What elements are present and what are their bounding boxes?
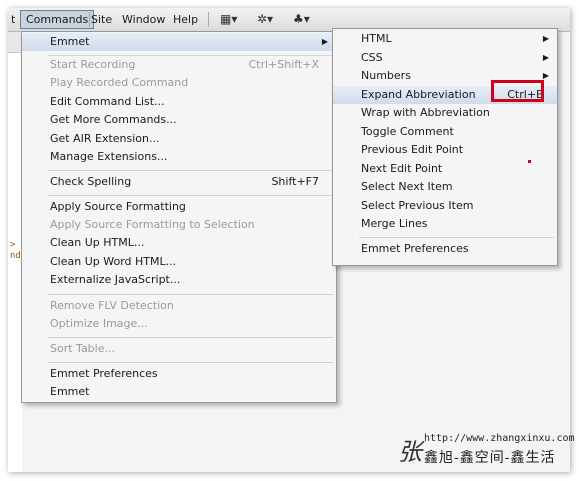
menu-item-emmet-preferences[interactable]: Emmet Preferences xyxy=(22,365,336,383)
gear-icon[interactable]: ✲▾ xyxy=(257,11,273,27)
menu-item-edit-command-list[interactable]: Edit Command List... xyxy=(22,93,336,111)
submenu-item-select-previous-item[interactable]: Select Previous Item xyxy=(333,197,557,215)
menu-divider xyxy=(48,170,333,171)
commands-menu: Emmet ▶ Start Recording Ctrl+Shift+X Pla… xyxy=(21,31,337,403)
submenu-item-select-next-item[interactable]: Select Next Item xyxy=(333,178,557,196)
submenu-arrow-icon: ▶ xyxy=(321,37,328,46)
menu-divider xyxy=(48,195,333,196)
menu-item-emmet[interactable]: Emmet ▶ xyxy=(22,33,336,51)
submenu-item-next-edit-point[interactable]: Next Edit Point xyxy=(333,160,557,178)
submenu-item-html[interactable]: HTML ▶ xyxy=(333,30,557,48)
watermark-url: http://www.zhangxinxu.com xyxy=(424,433,575,444)
submenu-item-emmet-preferences[interactable]: Emmet Preferences xyxy=(333,240,557,258)
submenu-item-toggle-comment[interactable]: Toggle Comment xyxy=(333,123,557,141)
watermark-signature: 张 xyxy=(398,438,422,466)
menu-item-clean-up-word-html[interactable]: Clean Up Word HTML... xyxy=(22,253,336,271)
submenu-item-css[interactable]: CSS ▶ xyxy=(333,49,557,67)
menu-item-remove-flv-detection[interactable]: Remove FLV Detection xyxy=(22,297,336,315)
annotation-highlight-box xyxy=(491,80,544,102)
menu-divider xyxy=(359,237,554,238)
menu-item-optimize-image[interactable]: Optimize Image... xyxy=(22,315,336,333)
sitemap-icon[interactable]: ♣▾ xyxy=(293,11,310,27)
submenu-arrow-icon: ▶ xyxy=(542,34,549,43)
submenu-item-previous-edit-point[interactable]: Previous Edit Point xyxy=(333,141,557,159)
menu-divider xyxy=(48,294,333,295)
menu-item-apply-source-formatting-selection[interactable]: Apply Source Formatting to Selection xyxy=(22,216,336,234)
menu-item-play-recorded-command[interactable]: Play Recorded Command xyxy=(22,74,336,92)
code-view: > nd xyxy=(8,53,22,472)
menu-item-get-air-extension[interactable]: Get AIR Extension... xyxy=(22,130,336,148)
menu-commands[interactable]: Commands xyxy=(20,10,95,29)
menu-item-externalize-javascript[interactable]: Externalize JavaScript... xyxy=(22,271,336,289)
annotation-dot xyxy=(528,160,531,163)
submenu-item-merge-lines[interactable]: Merge Lines xyxy=(333,215,557,233)
menu-window[interactable]: Window xyxy=(117,12,170,27)
menu-item-manage-extensions[interactable]: Manage Extensions... xyxy=(22,148,336,166)
code-line: > xyxy=(10,240,16,250)
menu-item-get-more-commands[interactable]: Get More Commands... xyxy=(22,111,336,129)
document-toolbar xyxy=(8,32,22,53)
menu-text[interactable]: t xyxy=(8,12,20,27)
menu-item-apply-source-formatting[interactable]: Apply Source Formatting xyxy=(22,198,336,216)
app-window: t Commands Site Window Help ▦▾ ✲▾ ♣▾ > n… xyxy=(8,8,570,472)
menu-help[interactable]: Help xyxy=(168,12,203,27)
menu-divider xyxy=(48,337,333,338)
submenu-item-wrap-with-abbreviation[interactable]: Wrap with Abbreviation xyxy=(333,104,557,122)
emmet-submenu: HTML ▶ CSS ▶ Numbers ▶ Expand Abbreviati… xyxy=(332,28,558,266)
layout-icon[interactable]: ▦▾ xyxy=(220,11,237,27)
menu-item-emmet-bottom[interactable]: Emmet xyxy=(22,383,336,401)
menu-item-check-spelling[interactable]: Check Spelling Shift+F7 xyxy=(22,173,336,191)
menu-site[interactable]: Site xyxy=(86,12,117,27)
menu-item-sort-table[interactable]: Sort Table... xyxy=(22,340,336,358)
menu-divider xyxy=(48,362,333,363)
code-line: nd xyxy=(10,251,21,261)
watermark-name: 鑫旭-鑫空间-鑫生活 xyxy=(424,450,556,466)
toolbar-divider xyxy=(208,12,209,27)
menu-item-start-recording[interactable]: Start Recording Ctrl+Shift+X xyxy=(22,56,336,74)
menu-item-clean-up-html[interactable]: Clean Up HTML... xyxy=(22,234,336,252)
submenu-arrow-icon: ▶ xyxy=(542,53,549,62)
